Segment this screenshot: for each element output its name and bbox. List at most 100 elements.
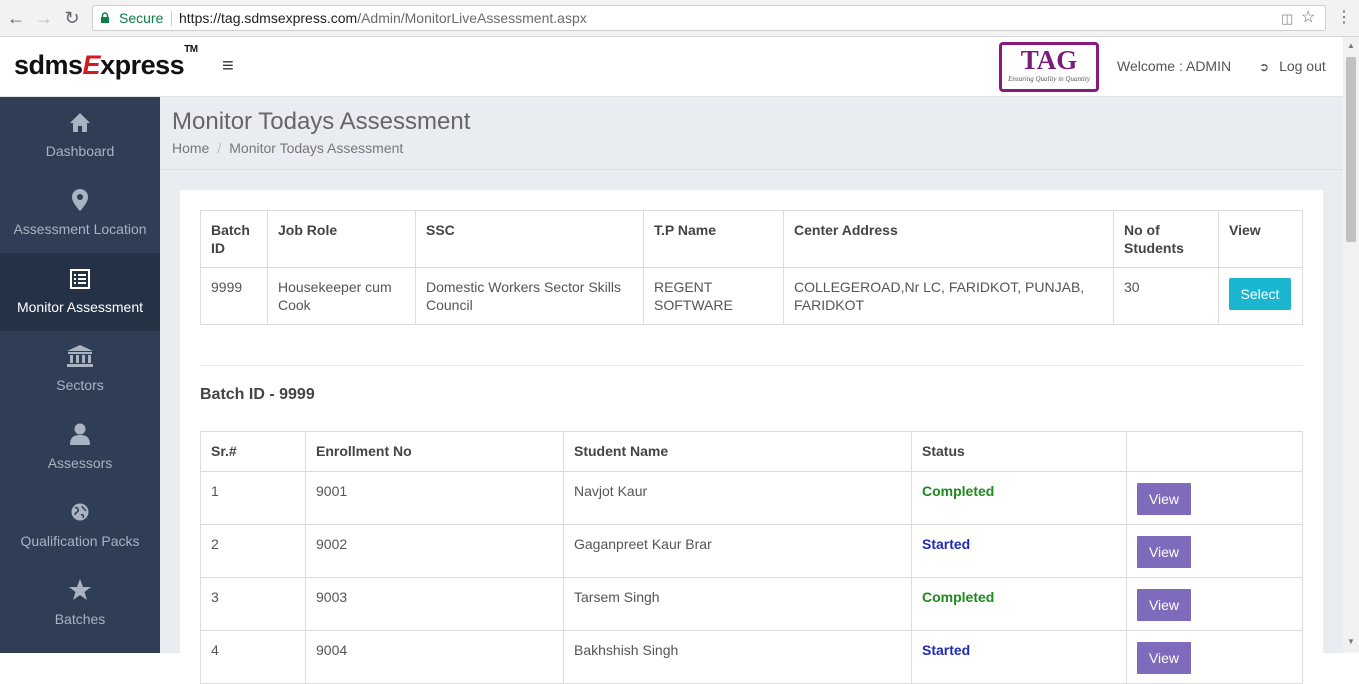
section-divider: [200, 365, 1303, 366]
tag-logo-text: TAG: [1020, 45, 1078, 75]
sign-out-icon: ➲: [1259, 60, 1270, 74]
student-table-header-row: Sr.# Enrollment No Student Name Status: [200, 431, 1303, 472]
sidebar-item-label: Assessors: [47, 455, 113, 471]
status-cell: Completed: [911, 577, 1127, 631]
back-arrow-icon[interactable]: ←: [6, 8, 26, 28]
sidebar-item-sectors[interactable]: Sectors: [0, 331, 160, 409]
breadcrumb-separator: /: [217, 140, 222, 156]
content-panel: Batch ID Job Role SSC T.P Name Center Ad…: [180, 190, 1323, 684]
forward-arrow-icon[interactable]: →: [34, 8, 54, 28]
sdms-express-logo[interactable]: sdmsExpressTM: [14, 44, 198, 81]
sr-cell: 4: [200, 630, 306, 684]
logout-label: Log out: [1279, 58, 1326, 74]
view-button[interactable]: View: [1137, 536, 1191, 568]
menu-dots-icon[interactable]: ⋮: [1336, 8, 1352, 28]
scrollbar-thumb[interactable]: [1346, 57, 1356, 242]
sidebar-item-monitor-assessment[interactable]: Monitor Assessment: [0, 253, 160, 331]
sidebar-item-label: Monitor Assessment: [16, 299, 144, 315]
table-row: 4 9004 Bakhshish Singh Started View: [200, 630, 1303, 684]
job-role-cell: Housekeeper cum Cook: [267, 267, 416, 325]
hamburger-menu-icon[interactable]: ≡: [222, 55, 234, 78]
sidebar-item-assessors[interactable]: Assessors: [0, 409, 160, 487]
sidebar-item-qualification-packs[interactable]: Qualification Packs: [0, 487, 160, 565]
bookmark-star-icon[interactable]: ☆: [1301, 8, 1315, 28]
student-name-cell: Gaganpreet Kaur Brar: [563, 524, 912, 578]
sr-cell: 1: [200, 471, 306, 525]
sidebar-item-label: Sectors: [56, 377, 104, 393]
student-name-cell: Bakhshish Singh: [563, 630, 912, 684]
sidebar-item-assessment-location[interactable]: Assessment Location: [0, 175, 160, 253]
enrollment-cell: 9001: [305, 471, 564, 525]
scroll-down-arrow-icon[interactable]: ▼: [1347, 637, 1355, 646]
logo-text-sdms: sdms: [14, 50, 83, 80]
enrollment-cell: 9002: [305, 524, 564, 578]
reload-icon[interactable]: ↻: [62, 8, 82, 28]
logo-text-e: E: [82, 50, 101, 80]
no-of-students-cell: 30: [1113, 267, 1219, 325]
view-button[interactable]: View: [1137, 642, 1191, 674]
browser-toolbar: ← → ↻ Secure https://tag.sdmsexpress.com…: [0, 0, 1359, 37]
batch-heading: Batch ID - 9999: [200, 386, 315, 403]
sr-cell: 2: [200, 524, 306, 578]
sidebar-item-label: Qualification Packs: [20, 533, 140, 549]
view-button[interactable]: View: [1137, 483, 1191, 515]
student-table: Sr.# Enrollment No Student Name Status 1…: [200, 431, 1303, 684]
status-cell: Started: [911, 524, 1127, 578]
column-header: No of Students: [1113, 210, 1219, 268]
status-cell: Completed: [911, 471, 1127, 525]
batch-table-header-row: Batch ID Job Role SSC T.P Name Center Ad…: [200, 210, 1303, 268]
column-header: Sr.#: [200, 431, 306, 472]
main-content: Monitor Todays Assessment Home / Monitor T…: [160, 97, 1343, 684]
url-path: /Admin/MonitorLiveAssessment.aspx: [357, 10, 587, 26]
select-button[interactable]: Select: [1229, 278, 1291, 310]
column-header: Status: [911, 431, 1127, 472]
view-button[interactable]: View: [1137, 589, 1191, 621]
column-header: Student Name: [563, 431, 912, 472]
star-icon: [69, 579, 91, 600]
site-settings-icon[interactable]: ◫: [1281, 9, 1293, 29]
student-name-cell: Tarsem Singh: [563, 577, 912, 631]
table-row: 3 9003 Tarsem Singh Completed View: [200, 577, 1303, 631]
status-text: Started: [922, 642, 971, 658]
sidebar-item-batches[interactable]: Batches: [0, 565, 160, 643]
globe-icon: [71, 503, 89, 521]
action-cell: View: [1126, 630, 1303, 684]
address-bar[interactable]: Secure https://tag.sdmsexpress.com/Admin…: [92, 5, 1326, 31]
url-host: https://tag.sdmsexpress.com: [179, 10, 358, 26]
url-divider: [171, 11, 172, 26]
logo-text-xpress: xpress: [100, 50, 185, 80]
column-header: View: [1218, 210, 1303, 268]
sr-cell: 3: [200, 577, 306, 631]
tag-logo: TAG Ensuring Quality in Quantity: [999, 42, 1099, 92]
sidebar-item-dashboard[interactable]: Dashboard: [0, 97, 160, 175]
page-scrollbar[interactable]: ▲ ▼: [1343, 37, 1359, 653]
sidebar-item-label: Dashboard: [45, 143, 115, 159]
column-header: Enrollment No: [305, 431, 564, 472]
table-row: 2 9002 Gaganpreet Kaur Brar Started View: [200, 524, 1303, 578]
column-header: T.P Name: [643, 210, 784, 268]
lock-icon: [101, 12, 109, 23]
table-row: 9999 Housekeeper cum Cook Domestic Worke…: [200, 267, 1303, 325]
page-header: Monitor Todays Assessment Home / Monitor T…: [160, 97, 1343, 170]
enrollment-cell: 9004: [305, 630, 564, 684]
bank-icon: [67, 345, 93, 367]
view-cell: Select: [1218, 267, 1303, 325]
tp-name-cell: REGENT SOFTWARE: [643, 267, 784, 325]
status-text: Completed: [922, 589, 995, 605]
breadcrumb: Home / Monitor Todays Assessment: [172, 140, 403, 156]
sidebar-item-label: Assessment Location: [13, 221, 147, 237]
breadcrumb-current: Monitor Todays Assessment: [229, 140, 404, 156]
tag-logo-tagline: Ensuring Quality in Quantity: [1008, 75, 1090, 83]
scroll-up-arrow-icon[interactable]: ▲: [1347, 41, 1355, 50]
welcome-text: Welcome : ADMIN: [1117, 58, 1232, 74]
map-pin-icon: [72, 189, 88, 211]
secure-label: Secure: [119, 10, 164, 26]
logo-trademark: TM: [184, 44, 198, 55]
student-name-cell: Navjot Kaur: [563, 471, 912, 525]
column-header: Batch ID: [200, 210, 268, 268]
logout-link[interactable]: ➲ Log out: [1259, 58, 1326, 74]
column-header: SSC: [415, 210, 644, 268]
column-header: [1126, 431, 1303, 472]
batch-table: Batch ID Job Role SSC T.P Name Center Ad…: [200, 210, 1303, 325]
breadcrumb-home[interactable]: Home: [172, 140, 209, 156]
